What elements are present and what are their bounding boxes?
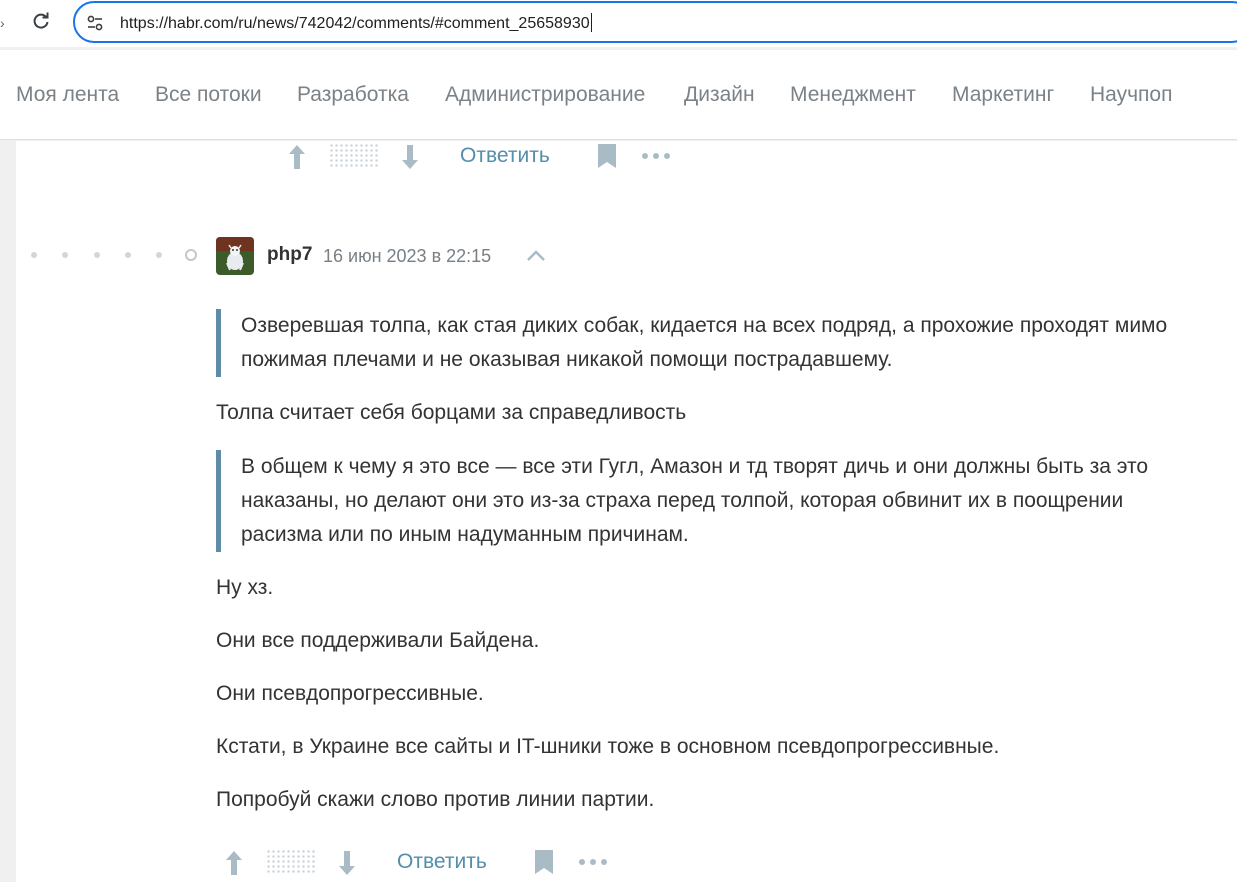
nav-item-my-feed[interactable]: Моя лента: [16, 83, 119, 107]
nav-item-development[interactable]: Разработка: [297, 83, 409, 107]
vote-down-icon[interactable]: [338, 850, 356, 876]
reply-link[interactable]: Ответить: [397, 850, 487, 874]
bookmark-icon[interactable]: [597, 143, 617, 169]
nav-item-all-streams[interactable]: Все потоки: [155, 83, 262, 107]
comment-score-hidden: [266, 849, 316, 875]
site-nav: Моя лента Все потоки Разработка Админист…: [0, 50, 1237, 140]
quote-text: Озверевшая толпа, как стая диких собак, …: [241, 314, 1168, 371]
comment-author[interactable]: php7: [267, 244, 312, 266]
comment-paragraph: Они псевдопрогрессивные.: [216, 682, 484, 705]
comment-paragraph: Кстати, в Украине все сайты и IT-шники т…: [216, 735, 1000, 758]
thread-level-dot[interactable]: [62, 252, 68, 258]
comment-paragraph: Ну хз.: [216, 576, 274, 599]
comment-paragraph: Попробуй скажи слово против линии партии…: [216, 788, 655, 811]
reload-icon: [33, 12, 49, 29]
thread-level-dot[interactable]: [31, 252, 37, 258]
nav-item-management[interactable]: Менеджмент: [790, 83, 916, 107]
vote-up-icon[interactable]: [288, 144, 306, 170]
thread-level-dot[interactable]: [94, 252, 100, 258]
collapse-chevron-icon[interactable]: [525, 245, 547, 267]
site-settings-icon[interactable]: [85, 13, 105, 33]
url-text[interactable]: https://habr.com/ru/news/742042/comments…: [120, 13, 592, 33]
bookmark-icon[interactable]: [534, 849, 554, 875]
browser-toolbar: › https://habr.com/ru/news/742042/commen…: [0, 0, 1237, 47]
more-options-icon[interactable]: [578, 857, 608, 867]
vote-down-icon[interactable]: [401, 144, 419, 170]
comment-timestamp[interactable]: 16 июн 2023 в 22:15: [323, 246, 491, 267]
blockquote: Озверевшая толпа, как стая диких собак, …: [216, 309, 1201, 377]
nav-item-popsci[interactable]: Научпоп: [1090, 83, 1172, 107]
comment-paragraph: Толпа считает себя борцами за справедлив…: [216, 401, 687, 424]
more-options-icon[interactable]: [641, 151, 671, 161]
blockquote: В общем к чему я это все — все эти Гугл,…: [216, 450, 1201, 552]
avatar[interactable]: [216, 237, 254, 275]
nav-item-design[interactable]: Дизайн: [684, 83, 755, 107]
thread-level-dot[interactable]: [156, 252, 162, 258]
quote-text: В общем к чему я это все — все эти Гугл,…: [241, 455, 1149, 546]
reply-link[interactable]: Ответить: [460, 144, 550, 168]
comment-score-hidden: [329, 143, 379, 169]
thread-level-dot[interactable]: [125, 252, 131, 258]
comment-paragraph: Они все поддерживали Байдена.: [216, 629, 540, 652]
comments-section: Ответить php7 16 июн 2023 в 22:15 Озвере…: [16, 141, 1237, 882]
comment-actions: Ответить: [16, 847, 716, 877]
vote-up-icon[interactable]: [225, 850, 243, 876]
back-arrow-icon[interactable]: ›: [0, 14, 8, 32]
text-caret: [590, 13, 592, 32]
nav-item-administration[interactable]: Администрирование: [445, 83, 645, 107]
thread-level-current[interactable]: [185, 249, 197, 261]
reload-button[interactable]: [28, 8, 54, 34]
user-avatar-image: [216, 237, 254, 275]
nav-item-marketing[interactable]: Маркетинг: [952, 83, 1054, 107]
address-bar[interactable]: https://habr.com/ru/news/742042/comments…: [73, 1, 1237, 43]
prev-comment-actions: Ответить: [16, 141, 716, 171]
